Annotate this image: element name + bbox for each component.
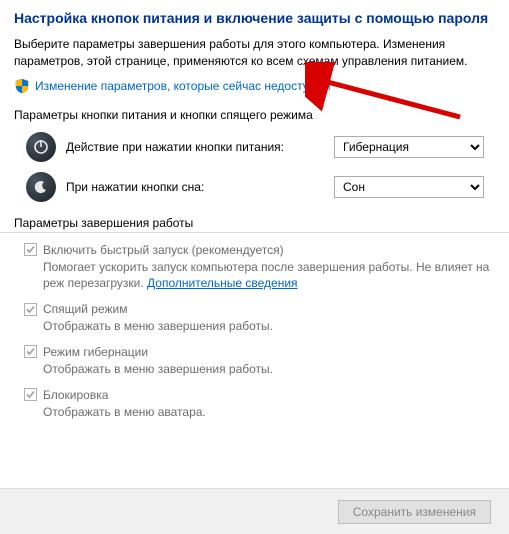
- footer-bar: Сохранить изменения: [0, 488, 509, 534]
- option-desc: Отображать в меню завершения работы.: [43, 318, 495, 335]
- more-info-link[interactable]: Дополнительные сведения: [147, 276, 297, 290]
- uac-link-row[interactable]: Изменение параметров, которые сейчас нед…: [14, 78, 495, 94]
- shutdown-section-label: Параметры завершения работы: [0, 216, 509, 233]
- option-desc: Отображать в меню аватара.: [43, 404, 495, 421]
- option-title: Блокировка: [43, 388, 108, 402]
- sleep-button-label: При нажатии кнопки сна:: [66, 180, 334, 194]
- save-button[interactable]: Сохранить изменения: [338, 500, 491, 524]
- checkbox-hibernate: [24, 345, 37, 358]
- sleep-icon: [26, 172, 56, 202]
- option-desc: Отображать в меню завершения работы.: [43, 361, 495, 378]
- option-hibernate: Режим гибернации Отображать в меню завер…: [14, 345, 495, 378]
- checkbox-sleep: [24, 303, 37, 316]
- option-fast-startup: Включить быстрый запуск (рекомендуется) …: [14, 243, 495, 293]
- power-icon: [26, 132, 56, 162]
- checkbox-lock: [24, 388, 37, 401]
- power-button-select[interactable]: Гибернация: [334, 136, 484, 158]
- uac-link[interactable]: Изменение параметров, которые сейчас нед…: [35, 79, 331, 93]
- option-sleep: Спящий режим Отображать в меню завершени…: [14, 302, 495, 335]
- power-buttons-section-label: Параметры кнопки питания и кнопки спящег…: [14, 108, 495, 122]
- option-desc: Помогает ускорить запуск компьютера посл…: [43, 259, 495, 293]
- option-title: Включить быстрый запуск (рекомендуется): [43, 243, 284, 257]
- checkbox-fast-startup: [24, 243, 37, 256]
- power-button-label: Действие при нажатии кнопки питания:: [66, 140, 334, 154]
- option-title: Спящий режим: [43, 302, 127, 316]
- option-title: Режим гибернации: [43, 345, 148, 359]
- page-title: Настройка кнопок питания и включение защ…: [14, 10, 495, 26]
- option-lock: Блокировка Отображать в меню аватара.: [14, 388, 495, 421]
- page-subtitle: Выберите параметры завершения работы для…: [14, 36, 495, 70]
- shield-icon: [14, 78, 30, 94]
- sleep-button-select[interactable]: Сон: [334, 176, 484, 198]
